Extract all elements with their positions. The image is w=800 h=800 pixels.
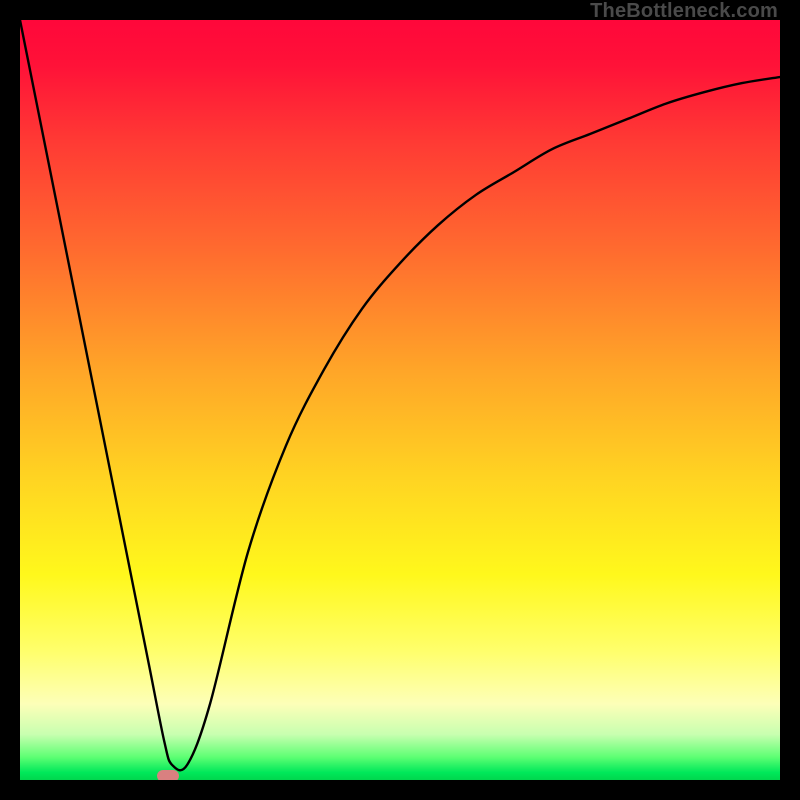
curve-layer (20, 20, 780, 780)
optimum-marker (157, 770, 179, 780)
bottleneck-curve (20, 20, 780, 770)
chart-frame: TheBottleneck.com (0, 0, 800, 800)
plot-area (20, 20, 780, 780)
